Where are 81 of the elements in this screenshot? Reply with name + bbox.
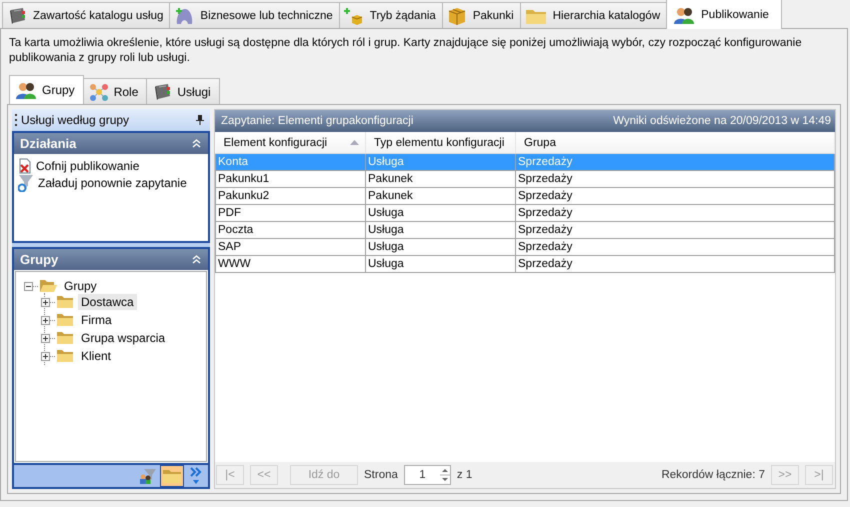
tab[interactable]: Pakunki [442, 2, 521, 29]
tree-item[interactable]: Klient [78, 348, 114, 364]
column-header[interactable]: Typ elementu konfiguracji [366, 132, 516, 154]
document-x-icon [18, 158, 32, 174]
table-cell: Pakunek [366, 170, 516, 188]
blob-icon [174, 7, 194, 25]
table-cell: Usługa [366, 154, 516, 170]
tab[interactable]: Zawartość katalogu usług [2, 2, 170, 29]
column-header[interactable]: Element konfiguracji [216, 132, 366, 154]
tab[interactable]: Usługi [146, 78, 220, 104]
table-cell: Pakunku1 [216, 170, 366, 188]
view-button[interactable] [160, 465, 184, 487]
page-total: z 1 [456, 469, 472, 481]
table-cell: Usługa [366, 204, 516, 222]
action-link[interactable]: Cofnij publikowanie [36, 158, 140, 172]
book-icon [152, 82, 172, 100]
table-cell: Poczta [216, 222, 366, 238]
sort-up-icon [350, 140, 359, 145]
tree-item[interactable]: Dostawca [78, 294, 137, 310]
query-title: Zapytanie: Elementi grupakonfiguracji [221, 115, 414, 127]
table-cell: Sprzedaży [516, 222, 834, 238]
tab[interactable]: Biznesowe lub techniczne [169, 2, 340, 29]
network-icon [88, 82, 109, 100]
record-count: Rekordów łącznie: 7 [661, 469, 765, 481]
open-folder-icon [39, 279, 57, 293]
tree-item[interactable]: Grupa wsparcia [78, 330, 168, 346]
collapse-icon[interactable] [192, 255, 201, 264]
table-cell: Usługa [366, 238, 516, 256]
funnel-refresh-icon [18, 174, 34, 192]
tab[interactable]: Hierarchia katalogów [520, 2, 668, 29]
book-icon [7, 7, 27, 25]
cube-plus-icon [344, 7, 364, 25]
collapse-toggle[interactable] [24, 282, 33, 290]
table-cell: Sprzedaży [516, 188, 834, 204]
column-header[interactable]: Grupa [516, 132, 834, 154]
people-icon [15, 81, 37, 99]
tree-item[interactable]: Firma [78, 312, 115, 328]
section-title: Grupy [20, 252, 58, 267]
folder-icon [56, 295, 74, 309]
pin-icon[interactable] [196, 115, 204, 125]
table-cell: Usługa [366, 256, 516, 272]
page-label: Strona [364, 469, 398, 481]
chevron-menu-icon[interactable] [190, 467, 202, 485]
page-spinner[interactable]: 1 [404, 465, 451, 485]
table-cell: Pakunku2 [216, 188, 366, 204]
people-icon [673, 6, 696, 24]
tab[interactable]: Grupy [9, 75, 84, 104]
expand-toggle[interactable] [41, 316, 50, 324]
pane-title: Usługi według grupy [21, 113, 130, 127]
table-cell: Sprzedaży [516, 256, 834, 272]
grip-icon [15, 113, 18, 127]
box-icon [446, 7, 467, 25]
collapse-icon[interactable] [192, 139, 201, 148]
table-cell: Sprzedaży [516, 204, 834, 222]
folder-icon [56, 313, 74, 327]
description-text: Ta karta umożliwia określenie, które usługi są dostępne dla których ról i grup. Karty znajdujące się poniżej umożliwiają wybór, czy rozpocząć konfigurowanie publikowania z grupy roli lub usługi. [9, 36, 803, 66]
table-cell: Sprzedaży [516, 154, 834, 170]
tab[interactable]: Role [82, 78, 148, 104]
table-cell: Sprzedaży [516, 170, 834, 188]
spin-arrows-icon[interactable] [440, 466, 450, 484]
tab[interactable]: Publikowanie [666, 0, 782, 29]
expand-toggle[interactable] [41, 352, 50, 360]
table-cell: SAP [216, 238, 366, 256]
table-cell: PDF [216, 204, 366, 222]
table-cell: WWW [216, 256, 366, 272]
table-cell: Konta [216, 154, 366, 170]
section-header[interactable]: Działania [14, 133, 208, 154]
section-title: Działania [20, 136, 76, 151]
folder-icon [56, 349, 74, 363]
expand-toggle[interactable] [41, 334, 50, 342]
tree-item[interactable]: Grupy [61, 278, 100, 294]
refresh-time: Wyniki odświeżone na 20/09/2013 w 14:49 [613, 115, 831, 127]
section-header[interactable]: Grupy [14, 249, 208, 270]
table-cell: Sprzedaży [516, 238, 834, 256]
folder-icon [56, 331, 74, 345]
expand-toggle[interactable] [41, 298, 50, 306]
tab[interactable]: Tryb żądania [338, 2, 443, 29]
table-cell: Usługa [366, 222, 516, 238]
folder-icon [524, 7, 547, 25]
table-cell: Pakunek [366, 188, 516, 204]
action-link[interactable]: Załaduj ponownie zapytanie [38, 176, 187, 190]
